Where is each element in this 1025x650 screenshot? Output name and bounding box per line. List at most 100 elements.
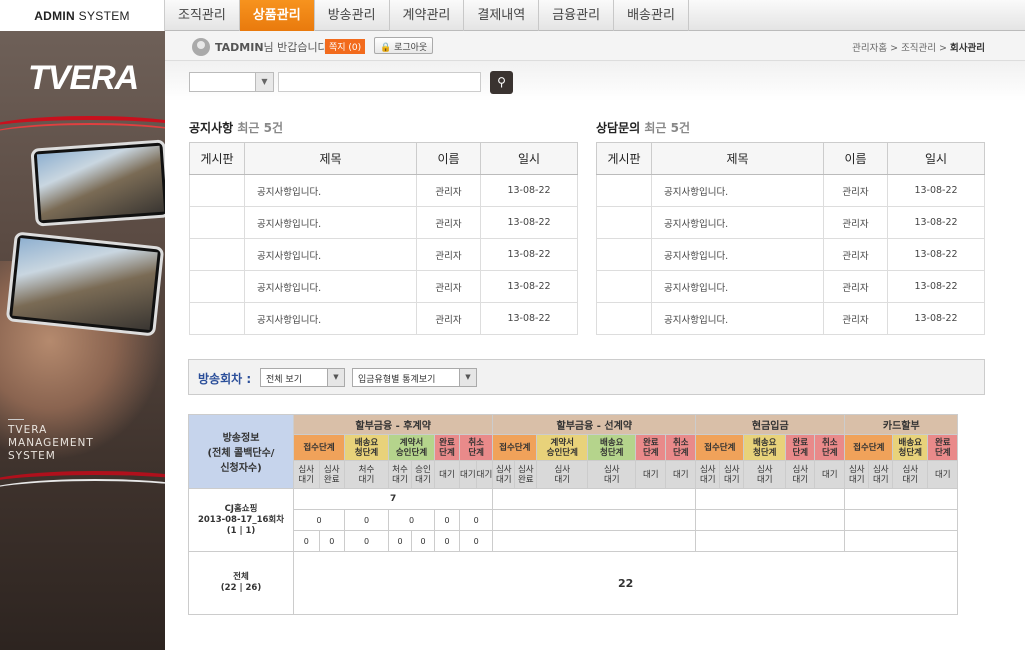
group-header: 카드할부 (844, 414, 959, 435)
table-cell: 관리자 (823, 302, 888, 335)
table-cell (189, 174, 245, 207)
table-row[interactable]: 공지사항입니다. 관리자 13-08-22 (596, 302, 985, 335)
nav-item[interactable]: 상품관리 (239, 0, 315, 31)
episode-select[interactable]: 전체 보기 ▼ (260, 368, 345, 387)
nav-item[interactable]: 조직관리 (165, 0, 240, 31)
table-cell (596, 174, 652, 207)
table-cell[interactable]: 공지사항입니다. (244, 174, 417, 207)
stat-type-select[interactable]: 입금유형별 통계보기 ▼ (352, 368, 477, 387)
table-cell: 13-08-22 (480, 270, 578, 303)
group-header: 할부금융 - 선계약 (492, 414, 697, 435)
table-cell: 관리자 (416, 174, 481, 207)
table-cell (189, 270, 245, 303)
search-bar: ▼ ⚲ (165, 61, 1025, 101)
notice-table: 게시판 제목 이름 일시 공지사항입니다. 관리자 13-08-22 공지사항입니다. 관리자 1… (189, 142, 578, 335)
table-cell (189, 206, 245, 239)
column-header: 일시 (480, 142, 578, 175)
top-bar: ADMIN SYSTEM 조직관리 상품관리 방송관리 계약관리 결제내역 금융관리 배송관… (0, 0, 1025, 31)
table-cell: 관리자 (823, 174, 888, 207)
sidebar-banner: TVERA TVERA MANAGEMENT SYSTEM (0, 31, 165, 650)
table-row[interactable]: 공지사항입니다. 관리자 13-08-22 (189, 302, 578, 335)
table-cell[interactable]: 공지사항입니다. (244, 206, 417, 239)
main-nav: 조직관리 상품관리 방송관리 계약관리 결제내역 금융관리 배송관리 (165, 0, 689, 31)
welcome-text: TADMIN님 반갑습니다. (215, 41, 332, 54)
chevron-down-icon[interactable]: ▼ (255, 73, 273, 91)
episode-cell: CJ홈쇼핑 2013-08-17_16회차 (1 | 1) (188, 488, 294, 552)
table-cell: 13-08-22 (480, 302, 578, 335)
table-cell: 관리자 (823, 206, 888, 239)
table-cell: 관리자 (823, 238, 888, 271)
table-cell[interactable]: 공지사항입니다. (244, 302, 417, 335)
table-row[interactable]: 공지사항입니다. 관리자 13-08-22 (596, 238, 985, 271)
admin-logo[interactable]: ADMIN SYSTEM (0, 0, 165, 31)
chevron-down-icon[interactable]: ▼ (327, 369, 344, 386)
table-cell: 13-08-22 (480, 238, 578, 271)
search-input[interactable] (278, 72, 481, 92)
table-cell (596, 302, 652, 335)
consult-table: 게시판 제목 이름 일시 공지사항입니다. 관리자 13-08-22 공지사항입니다. 관리자 1… (596, 142, 985, 335)
table-cell[interactable]: 공지사항입니다. (651, 174, 824, 207)
table-cell (596, 270, 652, 303)
search-button[interactable]: ⚲ (490, 71, 513, 94)
broadcast-info-header: 방송정보 (전체 콜백단수/ 신청자수) (188, 414, 294, 489)
table-cell[interactable]: 공지사항입니다. (651, 302, 824, 335)
stats-table: 방송정보 (전체 콜백단수/ 신청자수) 할부금융 - 후계약 할부금융 - 선… (188, 414, 959, 615)
table-cell: 관리자 (416, 302, 481, 335)
user-bar: TADMIN님 반갑습니다. 쪽지 (0) 🔒 로그아웃 관리자홈 > 조직관리… (165, 31, 1025, 61)
message-badge[interactable]: 쪽지 (0) (325, 39, 366, 54)
chevron-down-icon[interactable]: ▼ (459, 369, 476, 386)
nav-item[interactable]: 계약관리 (390, 0, 465, 31)
column-header: 제목 (244, 142, 417, 175)
management-system-label: TVERA MANAGEMENT SYSTEM (8, 419, 94, 463)
notice-title: 공지사항 최근 5건 (189, 121, 284, 135)
table-cell: 13-08-22 (480, 206, 578, 239)
consult-title: 상담문의 최근 5건 (596, 121, 691, 135)
total-value: 22 (292, 551, 959, 615)
table-cell (189, 238, 245, 271)
column-header: 게시판 (189, 142, 245, 175)
column-header: 일시 (887, 142, 985, 175)
table-row[interactable]: 공지사항입니다. 관리자 13-08-22 (596, 206, 985, 239)
table-cell: 관리자 (823, 270, 888, 303)
logout-button[interactable]: 🔒 로그아웃 (374, 37, 434, 54)
group-header: 현금입금 (695, 414, 846, 435)
nav-item[interactable]: 결제내역 (464, 0, 540, 31)
table-row[interactable]: 공지사항입니다. 관리자 13-08-22 (596, 270, 985, 303)
table-cell (189, 302, 245, 335)
column-header: 이름 (823, 142, 888, 175)
table-cell[interactable]: 공지사항입니다. (244, 238, 417, 271)
table-cell[interactable]: 공지사항입니다. (651, 206, 824, 239)
group-header: 할부금융 - 후계약 (292, 414, 494, 435)
table-cell: 13-08-22 (887, 270, 985, 303)
nav-item[interactable]: 금융관리 (539, 0, 615, 31)
tvera-logo: TVERA (28, 59, 139, 97)
column-header: 제목 (651, 142, 824, 175)
search-category-select[interactable]: ▼ (189, 72, 274, 92)
table-row[interactable]: 공지사항입니다. 관리자 13-08-22 (596, 174, 985, 207)
user-avatar-icon (192, 38, 210, 56)
table-row[interactable]: 공지사항입니다. 관리자 13-08-22 (189, 238, 578, 271)
phone-image (5, 231, 165, 337)
table-cell (596, 206, 652, 239)
table-cell: 관리자 (416, 238, 481, 271)
table-row[interactable]: 공지사항입니다. 관리자 13-08-22 (189, 206, 578, 239)
episode-value: 7 (292, 488, 494, 510)
table-cell: 13-08-22 (887, 174, 985, 207)
swoosh-decoration (0, 479, 165, 509)
search-icon: ⚲ (497, 75, 506, 89)
filter-bar: 방송회차 : 전체 보기 ▼ 입금유형별 통계보기 ▼ (188, 359, 985, 395)
table-cell[interactable]: 공지사항입니다. (651, 238, 824, 271)
column-header: 게시판 (596, 142, 652, 175)
table-row[interactable]: 공지사항입니다. 관리자 13-08-22 (189, 270, 578, 303)
table-cell[interactable]: 공지사항입니다. (244, 270, 417, 303)
table-cell[interactable]: 공지사항입니다. (651, 270, 824, 303)
table-cell: 13-08-22 (887, 302, 985, 335)
column-header: 이름 (416, 142, 481, 175)
nav-item[interactable]: 방송관리 (315, 0, 390, 31)
table-cell: 13-08-22 (887, 238, 985, 271)
tablet-image (30, 139, 165, 227)
nav-item[interactable]: 배송관리 (614, 0, 689, 31)
breadcrumb: 관리자홈 > 조직관리 > 회사관리 (852, 43, 985, 54)
table-row[interactable]: 공지사항입니다. 관리자 13-08-22 (189, 174, 578, 207)
table-cell: 관리자 (416, 270, 481, 303)
